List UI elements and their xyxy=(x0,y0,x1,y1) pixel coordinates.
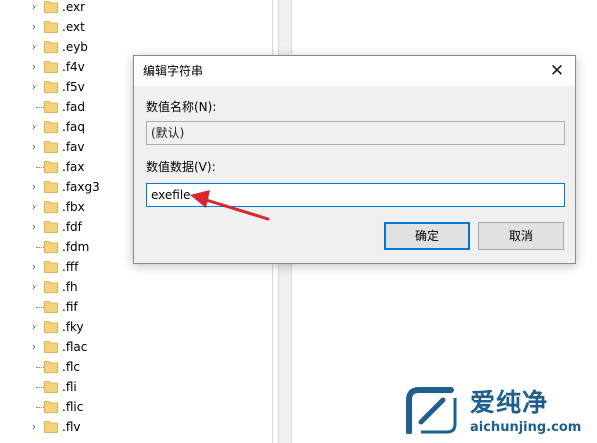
tree-item-label: .fax xyxy=(62,160,85,174)
folder-icon xyxy=(44,221,58,233)
tree-item[interactable]: .flic xyxy=(0,397,272,417)
folder-icon xyxy=(44,241,58,253)
folder-icon xyxy=(44,41,58,53)
folder-icon xyxy=(44,81,58,93)
tree-item-label: .fdf xyxy=(62,220,82,234)
tree-item-label: .eyb xyxy=(62,40,88,54)
chevron-right-icon[interactable]: › xyxy=(28,0,40,14)
chevron-right-icon[interactable]: › xyxy=(28,180,40,194)
tree-item[interactable]: › .fky xyxy=(0,317,272,337)
close-button[interactable]: ✕ xyxy=(539,56,575,86)
tree-item[interactable]: › .flv xyxy=(0,417,272,437)
dialog-title: 编辑字符串 xyxy=(143,64,204,78)
chevron-right-icon[interactable]: › xyxy=(28,60,40,74)
chevron-right-icon[interactable]: › xyxy=(28,120,40,134)
tree-connector xyxy=(36,407,44,408)
folder-icon xyxy=(44,161,58,173)
tree-item-label: .fli xyxy=(62,380,77,394)
folder-icon xyxy=(44,401,58,413)
chevron-right-icon[interactable]: › xyxy=(28,200,40,214)
tree-item-label: .fky xyxy=(62,320,84,334)
tree-item-label: .fif xyxy=(62,300,78,314)
tree-item-label: .f5v xyxy=(62,80,85,94)
edit-string-dialog: 编辑字符串 ✕ 数值名称(N): (默认) 数值数据(V): 确定 取消 xyxy=(133,55,576,264)
tree-item[interactable]: › .ext xyxy=(0,17,272,37)
dialog-titlebar[interactable]: 编辑字符串 ✕ xyxy=(134,56,575,86)
value-data-input[interactable] xyxy=(146,183,565,207)
tree-item-label: .fad xyxy=(62,100,86,114)
tree-item[interactable]: › .exr xyxy=(0,0,272,17)
ok-button[interactable]: 确定 xyxy=(384,222,470,250)
chevron-right-icon[interactable]: › xyxy=(28,280,40,294)
chevron-right-icon[interactable]: › xyxy=(28,340,40,354)
value-name-label: 数值名称(N): xyxy=(146,100,217,114)
tree-connector xyxy=(36,307,44,308)
folder-icon xyxy=(44,121,58,133)
chevron-right-icon[interactable]: › xyxy=(28,220,40,234)
folder-icon xyxy=(44,21,58,33)
close-icon: ✕ xyxy=(549,61,565,81)
chevron-right-icon[interactable]: › xyxy=(28,260,40,274)
tree-item-label: .f4v xyxy=(62,60,85,74)
value-data-label: 数值数据(V): xyxy=(146,160,216,174)
cancel-button[interactable]: 取消 xyxy=(478,222,564,250)
folder-icon xyxy=(44,381,58,393)
tree-item[interactable]: .fli xyxy=(0,377,272,397)
tree-item-label: .fh xyxy=(62,280,78,294)
tree-item-label: .fav xyxy=(62,140,85,154)
chevron-right-icon[interactable]: › xyxy=(28,20,40,34)
watermark-text: 爱纯净 xyxy=(470,388,549,417)
tree-connector xyxy=(36,167,44,168)
tree-item-label: .fff xyxy=(62,260,79,274)
tree-connector xyxy=(36,367,44,368)
tree-item-label: .flv xyxy=(62,420,81,434)
folder-icon xyxy=(44,201,58,213)
folder-icon xyxy=(44,421,58,433)
tree-item-label: .fbx xyxy=(62,200,85,214)
tree-item[interactable]: › .flac xyxy=(0,337,272,357)
tree-item[interactable]: › .fh xyxy=(0,277,272,297)
folder-icon xyxy=(44,361,58,373)
tree-item-label: .fdm xyxy=(62,240,90,254)
tree-item-label: .faxg3 xyxy=(62,180,100,194)
tree-item-label: .flc xyxy=(62,360,80,374)
folder-icon xyxy=(44,281,58,293)
chevron-right-icon[interactable]: › xyxy=(28,320,40,334)
folder-icon xyxy=(44,301,58,313)
folder-icon xyxy=(44,321,58,333)
folder-icon xyxy=(44,141,58,153)
tree-item[interactable]: .fif xyxy=(0,297,272,317)
chevron-right-icon[interactable]: › xyxy=(28,140,40,154)
tree-connector xyxy=(36,387,44,388)
tree-item[interactable]: .flc xyxy=(0,357,272,377)
folder-icon xyxy=(44,181,58,193)
tree-item-label: .flic xyxy=(62,400,84,414)
value-name-field: (默认) xyxy=(146,121,565,145)
tree-connector xyxy=(36,247,44,248)
folder-icon xyxy=(44,1,58,13)
folder-icon xyxy=(44,261,58,273)
chevron-right-icon[interactable]: › xyxy=(28,80,40,94)
tree-item-label: .faq xyxy=(62,120,86,134)
tree-connector xyxy=(36,107,44,108)
watermark-url: aichunjing.com xyxy=(470,420,582,435)
tree-item-label: .ext xyxy=(62,20,85,34)
folder-icon xyxy=(44,61,58,73)
watermark-logo-icon xyxy=(406,387,457,434)
chevron-right-icon[interactable]: › xyxy=(28,40,40,54)
folder-icon xyxy=(44,101,58,113)
tree-item-label: .flac xyxy=(62,340,88,354)
tree-item[interactable]: › .eyb xyxy=(0,37,272,57)
folder-icon xyxy=(44,341,58,353)
tree-item-label: .exr xyxy=(62,0,86,14)
chevron-right-icon[interactable]: › xyxy=(28,420,40,434)
